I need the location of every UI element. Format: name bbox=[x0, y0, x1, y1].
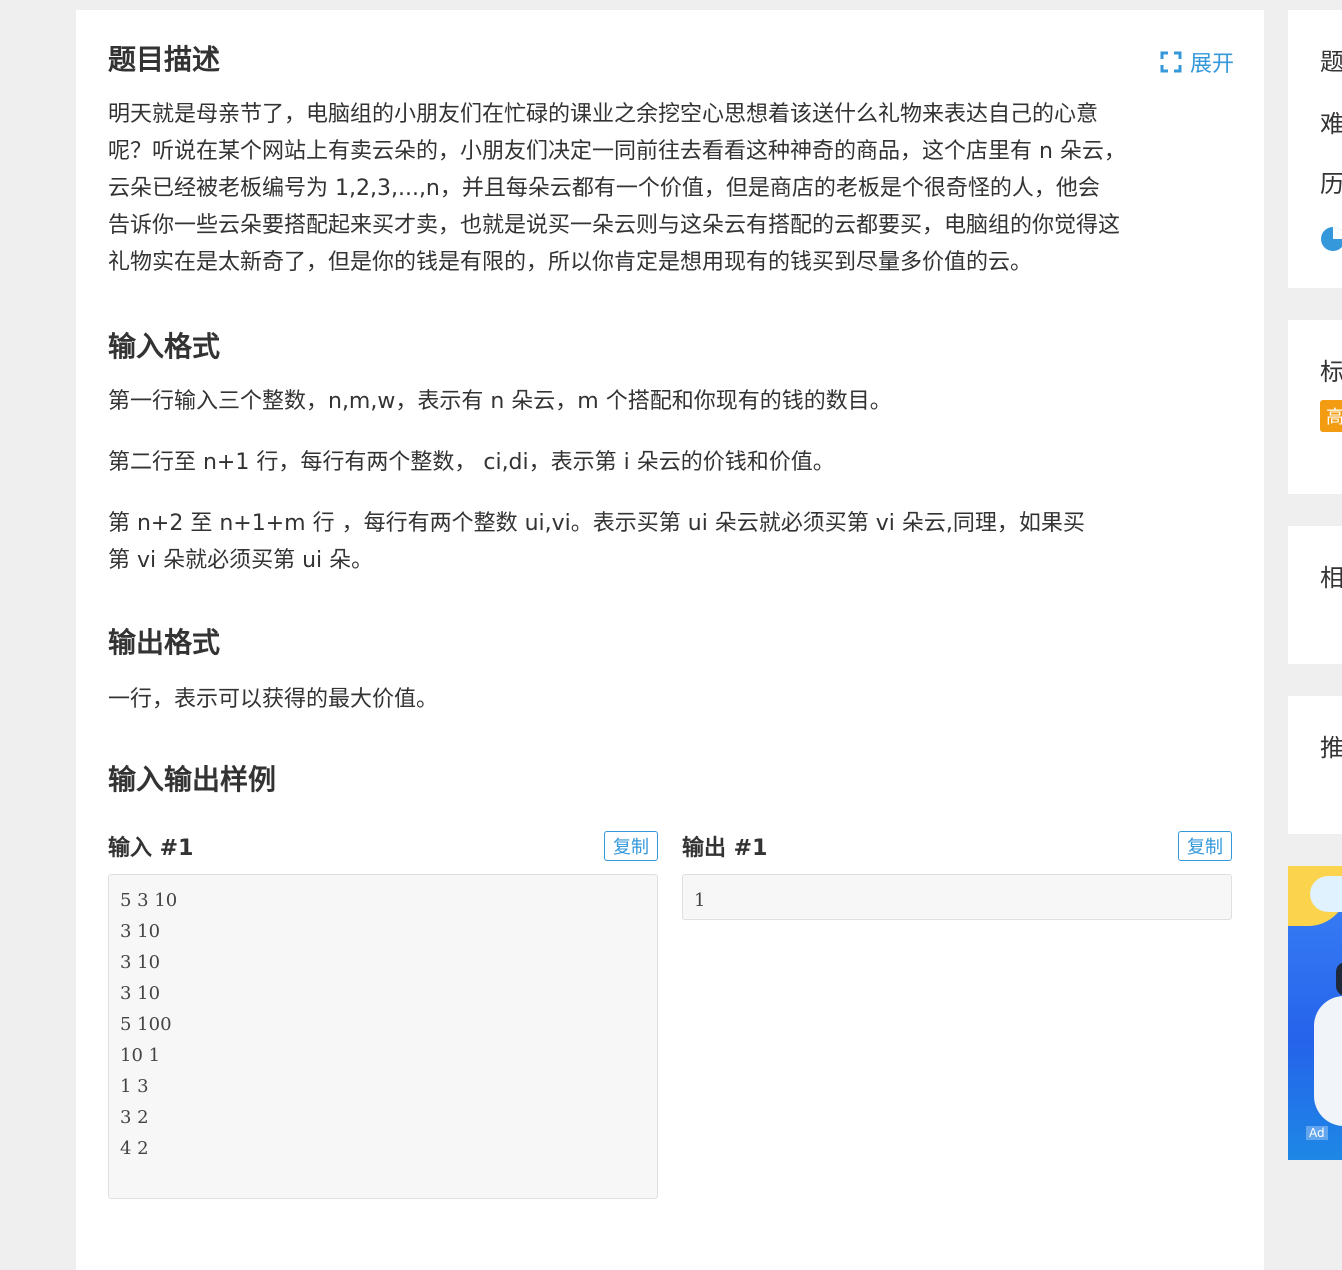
sidebar-info-item: 题 bbox=[1320, 48, 1342, 76]
description-line: 明天就是母亲节了，电脑组的小朋友们在忙碌的课业之余挖空心思想着该送什么礼物来表达… bbox=[108, 102, 1099, 127]
expand-icon bbox=[1160, 51, 1182, 73]
output-sample-code[interactable]: 1 bbox=[682, 874, 1232, 920]
ad-figure-hair bbox=[1336, 962, 1342, 996]
input-sample-header: 输入 #1 复制 bbox=[108, 828, 658, 864]
code-line: 3 10 bbox=[120, 952, 161, 973]
ad-label: Ad bbox=[1306, 1126, 1328, 1140]
copy-input-button[interactable]: 复制 bbox=[604, 831, 658, 861]
sidebar-tags-card: 标 高 bbox=[1288, 320, 1342, 494]
input-format-title: 输入格式 bbox=[108, 330, 221, 363]
description-title: 题目描述 bbox=[108, 43, 221, 76]
sidebar-recommend-title: 推 bbox=[1320, 734, 1342, 762]
difficulty-badge[interactable]: 高 bbox=[1320, 400, 1342, 432]
sidebar-related-card: 相 bbox=[1288, 526, 1342, 664]
description-line: 云朵已经被老板编号为 1,2,3,...,n，并且每朵云都有一个价值，但是商店的… bbox=[108, 176, 1100, 201]
input-sample-code[interactable]: 5 3 10 3 10 3 10 3 10 5 100 10 1 1 3 3 2… bbox=[108, 874, 658, 1199]
sidebar-info-item: 难 bbox=[1320, 110, 1342, 138]
description-body: 明天就是母亲节了，电脑组的小朋友们在忙碌的课业之余挖空心思想着该送什么礼物来表达… bbox=[108, 96, 1232, 281]
sidebar-ad-banner[interactable]: Ad bbox=[1288, 866, 1342, 1160]
ad-figure bbox=[1314, 996, 1342, 1126]
code-line: 3 10 bbox=[120, 921, 161, 942]
input-format-line-3-cont: 第 vi 朵就必须买第 ui 朵。 bbox=[108, 548, 374, 573]
code-line: 3 2 bbox=[120, 1107, 149, 1128]
description-line: 呢？听说在某个网站上有卖云朵的，小朋友们决定一同前往去看看这种神奇的商品，这个店… bbox=[108, 139, 1126, 164]
samples: 输入 #1 复制 5 3 10 3 10 3 10 3 10 5 100 10 … bbox=[108, 828, 1232, 1199]
code-line: 1 bbox=[694, 890, 706, 911]
input-sample: 输入 #1 复制 5 3 10 3 10 3 10 3 10 5 100 10 … bbox=[108, 828, 658, 1199]
code-line: 1 3 bbox=[120, 1076, 149, 1097]
output-sample: 输出 #1 复制 1 bbox=[682, 828, 1232, 1199]
code-line: 4 2 bbox=[120, 1138, 149, 1159]
samples-title: 输入输出样例 bbox=[108, 763, 277, 796]
sidebar-recommend-card: 推 bbox=[1288, 696, 1342, 834]
expand-label: 展开 bbox=[1189, 52, 1234, 77]
input-format-line-3: 第 n+2 至 n+1+m 行 ，每行有两个整数 ui,vi。表示买第 ui 朵… bbox=[108, 511, 1085, 536]
code-line: 5 100 bbox=[120, 1014, 172, 1035]
output-format-title: 输出格式 bbox=[108, 626, 221, 659]
output-sample-header: 输出 #1 复制 bbox=[682, 828, 1232, 864]
pie-chart-icon bbox=[1321, 227, 1342, 251]
input-format-line-1: 第一行输入三个整数，n,m,w，表示有 n 朵云，m 个搭配和你现有的钱的数目。 bbox=[108, 389, 892, 414]
problem-card: 展开 题目描述 明天就是母亲节了，电脑组的小朋友们在忙碌的课业之余挖空心思想着该… bbox=[76, 10, 1264, 1270]
sidebar-info-item: 历 bbox=[1320, 170, 1342, 198]
sidebar-related-title: 相 bbox=[1320, 564, 1342, 592]
copy-output-button[interactable]: 复制 bbox=[1178, 831, 1232, 861]
output-sample-label: 输出 #1 bbox=[682, 836, 768, 861]
description-line: 礼物实在是太新奇了，但是你的钱是有限的，所以你肯定是想用现有的钱买到尽量多价值的… bbox=[108, 250, 1033, 275]
sidebar-tags-title: 标 bbox=[1320, 358, 1342, 386]
code-line: 10 1 bbox=[120, 1045, 161, 1066]
sidebar-info-card: 题 难 历 bbox=[1288, 10, 1342, 288]
code-line: 5 3 10 bbox=[120, 890, 178, 911]
ad-cloud bbox=[1310, 876, 1342, 912]
output-format-text: 一行，表示可以获得的最大价值。 bbox=[108, 687, 439, 712]
input-sample-label: 输入 #1 bbox=[108, 836, 194, 861]
expand-button[interactable]: 展开 bbox=[1160, 46, 1234, 78]
input-format-line-2: 第二行至 n+1 行，每行有两个整数， ci,di，表示第 i 朵云的价钱和价值… bbox=[108, 450, 835, 475]
code-line: 3 10 bbox=[120, 983, 161, 1004]
description-line: 告诉你一些云朵要搭配起来买才卖，也就是说买一朵云则与这朵云有搭配的云都要买，电脑… bbox=[108, 213, 1121, 238]
